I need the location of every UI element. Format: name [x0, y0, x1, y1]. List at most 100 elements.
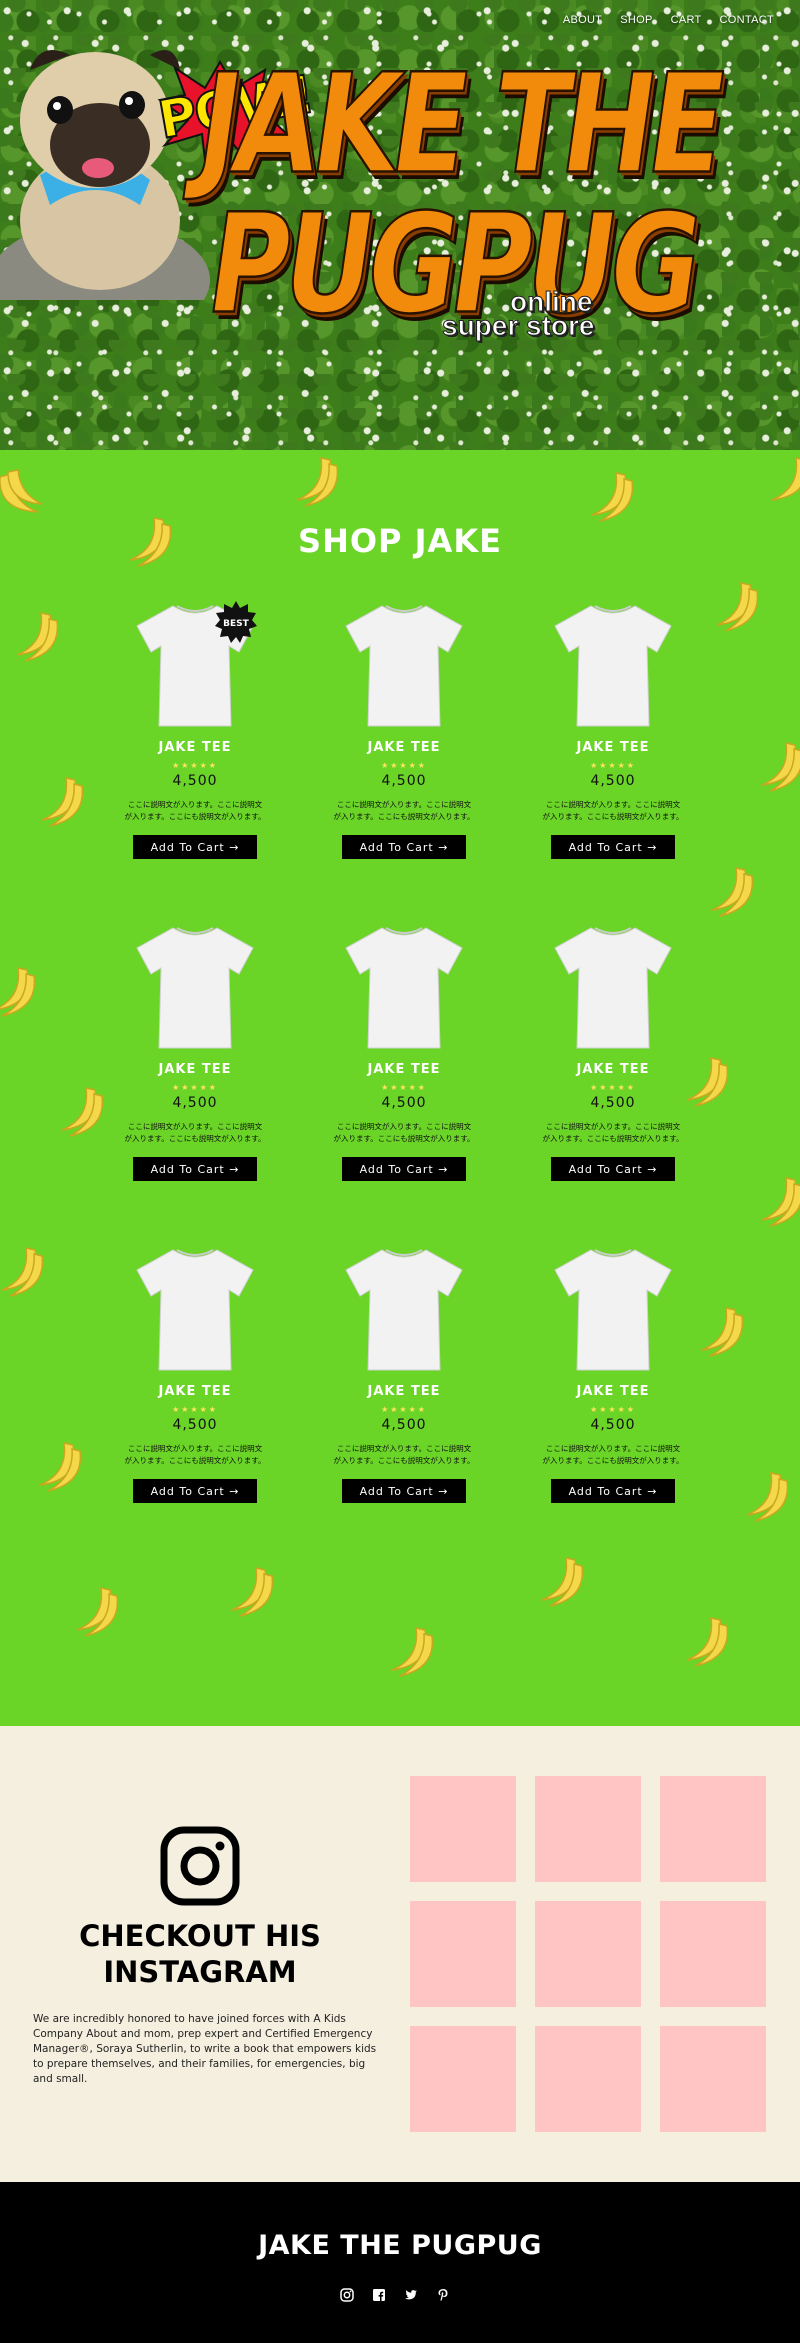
product-price: 4,500	[381, 1095, 427, 1111]
product-description: ここに説明文が入ります。ここに説明文 が入ります。ここにも説明文が入ります。	[120, 799, 270, 823]
rating-stars: ★★★★★	[172, 761, 218, 770]
tshirt-icon[interactable]	[344, 922, 464, 1052]
product-card: JAKE TEE ★★★★★ 4,500 ここに説明文が入ります。ここに説明文が…	[538, 922, 688, 1181]
product-name: JAKE TEE	[367, 1384, 441, 1399]
desc-line-1: ここに説明文が入ります。ここに説明文	[545, 800, 681, 809]
add-to-cart-button[interactable]: Add To Cart →	[551, 1157, 675, 1181]
product-card: JAKE TEE ★★★★★ 4,500 ここに説明文が入ります。ここに説明文が…	[329, 1244, 479, 1503]
instagram-post[interactable]	[660, 1776, 766, 1882]
desc-line-1: ここに説明文が入ります。ここに説明文	[336, 800, 472, 809]
add-to-cart-button[interactable]: Add To Cart →	[551, 1479, 675, 1503]
add-to-cart-button[interactable]: Add To Cart →	[133, 835, 257, 859]
tshirt-icon[interactable]	[344, 600, 464, 730]
banana-icon	[711, 867, 754, 917]
tshirt-icon[interactable]	[344, 1244, 464, 1374]
twitter-icon[interactable]	[404, 2288, 418, 2302]
product-name: JAKE TEE	[367, 1062, 441, 1077]
add-to-cart-button[interactable]: Add To Cart →	[133, 1479, 257, 1503]
rating-stars: ★★★★★	[172, 1405, 218, 1414]
tshirt-icon[interactable]	[135, 922, 255, 1052]
product-description: ここに説明文が入ります。ここに説明文 が入ります。ここにも説明文が入ります。	[329, 1121, 479, 1145]
banana-icon	[391, 1627, 434, 1677]
tshirt-icon[interactable]	[553, 922, 673, 1052]
product-card: JAKE TEE ★★★★★ 4,500 ここに説明文が入ります。ここに説明文が…	[120, 922, 270, 1181]
desc-line-2: が入ります。ここにも説明文が入ります。	[333, 1456, 475, 1465]
product-name: JAKE TEE	[576, 1384, 650, 1399]
desc-line-2: が入ります。ここにも説明文が入ります。	[542, 1456, 684, 1465]
product-card: BEST JAKE TEE ★★★★★ 4,500 ここに説明文が入ります。ここ…	[120, 600, 270, 859]
instagram-post[interactable]	[660, 1901, 766, 2007]
nav-shop[interactable]: SHOP	[620, 14, 652, 26]
banana-icon	[716, 582, 759, 632]
instagram-section: CHECKOUT HIS INSTAGRAM We are incredibly…	[0, 1726, 800, 2182]
instagram-post[interactable]	[535, 1901, 641, 2007]
product-price: 4,500	[172, 1095, 218, 1111]
instagram-icon[interactable]	[340, 2288, 354, 2302]
banana-icon	[1, 1247, 44, 1297]
rating-stars: ★★★★★	[381, 1405, 427, 1414]
banana-icon	[0, 967, 36, 1017]
product-price: 4,500	[172, 1417, 218, 1433]
tshirt-icon[interactable]	[135, 1244, 255, 1374]
product-name: JAKE TEE	[576, 740, 650, 755]
instagram-title-line-1: CHECKOUT HIS	[79, 1919, 321, 1953]
footer-title: JAKE THE PUGPUG	[258, 2230, 542, 2261]
rating-stars: ★★★★★	[381, 761, 427, 770]
tshirt-icon[interactable]	[553, 1244, 673, 1374]
facebook-icon[interactable]	[372, 2288, 386, 2302]
instagram-icon[interactable]	[160, 1826, 240, 1906]
best-badge-label: BEST	[223, 619, 249, 629]
top-nav: ABOUT SHOP CART CONTACT	[563, 14, 774, 26]
instagram-post[interactable]	[410, 2026, 516, 2132]
desc-line-2: が入ります。ここにも説明文が入ります。	[124, 1456, 266, 1465]
instagram-post[interactable]	[535, 1776, 641, 1882]
product-card: JAKE TEE ★★★★★ 4,500 ここに説明文が入ります。ここに説明文が…	[120, 1244, 270, 1503]
desc-line-2: が入ります。ここにも説明文が入ります。	[333, 1134, 475, 1143]
add-to-cart-button[interactable]: Add To Cart →	[342, 835, 466, 859]
instagram-description: We are incredibly honored to have joined…	[33, 2013, 377, 2085]
banana-icon	[41, 777, 84, 827]
nav-contact[interactable]: CONTACT	[720, 14, 774, 26]
product-description: ここに説明文が入ります。ここに説明文 が入ります。ここにも説明文が入ります。	[120, 1443, 270, 1467]
nav-about[interactable]: ABOUT	[563, 14, 602, 26]
product-price: 4,500	[590, 1417, 636, 1433]
desc-line-1: ここに説明文が入ります。ここに説明文	[545, 1444, 681, 1453]
desc-line-2: が入ります。ここにも説明文が入ります。	[333, 812, 475, 821]
add-to-cart-button[interactable]: Add To Cart →	[551, 835, 675, 859]
tshirt-icon[interactable]	[553, 600, 673, 730]
product-card: JAKE TEE ★★★★★ 4,500 ここに説明文が入ります。ここに説明文が…	[538, 1244, 688, 1503]
rating-stars: ★★★★★	[381, 1083, 427, 1092]
rating-stars: ★★★★★	[590, 761, 636, 770]
pinterest-icon[interactable]	[436, 2288, 450, 2302]
nav-cart[interactable]: CART	[671, 14, 702, 26]
banana-icon	[231, 1567, 274, 1617]
instagram-post[interactable]	[535, 2026, 641, 2132]
desc-line-2: が入ります。ここにも説明文が入ります。	[124, 1134, 266, 1143]
product-description: ここに説明文が入ります。ここに説明文 が入ります。ここにも説明文が入ります。	[538, 1121, 688, 1145]
add-to-cart-button[interactable]: Add To Cart →	[342, 1479, 466, 1503]
product-card: JAKE TEE ★★★★★ 4,500 ここに説明文が入ります。ここに説明文が…	[329, 922, 479, 1181]
banana-icon	[701, 1307, 744, 1357]
product-description: ここに説明文が入ります。ここに説明文 が入ります。ここにも説明文が入ります。	[538, 1443, 688, 1467]
social-links	[340, 2288, 450, 2302]
instagram-post[interactable]	[410, 1901, 516, 2007]
product-card: JAKE TEE ★★★★★ 4,500 ここに説明文が入ります。ここに説明文が…	[538, 600, 688, 859]
add-to-cart-button[interactable]: Add To Cart →	[342, 1157, 466, 1181]
desc-line-1: ここに説明文が入ります。ここに説明文	[545, 1122, 681, 1131]
product-description: ここに説明文が入ります。ここに説明文 が入ります。ここにも説明文が入ります。	[329, 799, 479, 823]
banana-icon	[761, 742, 800, 792]
product-description: ここに説明文が入ります。ここに説明文 が入ります。ここにも説明文が入ります。	[538, 799, 688, 823]
product-card: JAKE TEE ★★★★★ 4,500 ここに説明文が入ります。ここに説明文が…	[329, 600, 479, 859]
product-price: 4,500	[590, 773, 636, 789]
add-to-cart-button[interactable]: Add To Cart →	[133, 1157, 257, 1181]
banana-icon	[591, 472, 634, 522]
banana-icon	[296, 457, 339, 507]
banana-icon	[771, 457, 800, 501]
logo-line-1: JAKE THE	[188, 43, 732, 205]
best-badge-icon: BEST	[215, 601, 257, 643]
product-description: ここに説明文が入ります。ここに説明文 が入ります。ここにも説明文が入ります。	[120, 1121, 270, 1145]
footer: JAKE THE PUGPUG	[0, 2182, 800, 2343]
banana-icon	[686, 1617, 729, 1667]
instagram-post[interactable]	[660, 2026, 766, 2132]
instagram-post[interactable]	[410, 1776, 516, 1882]
